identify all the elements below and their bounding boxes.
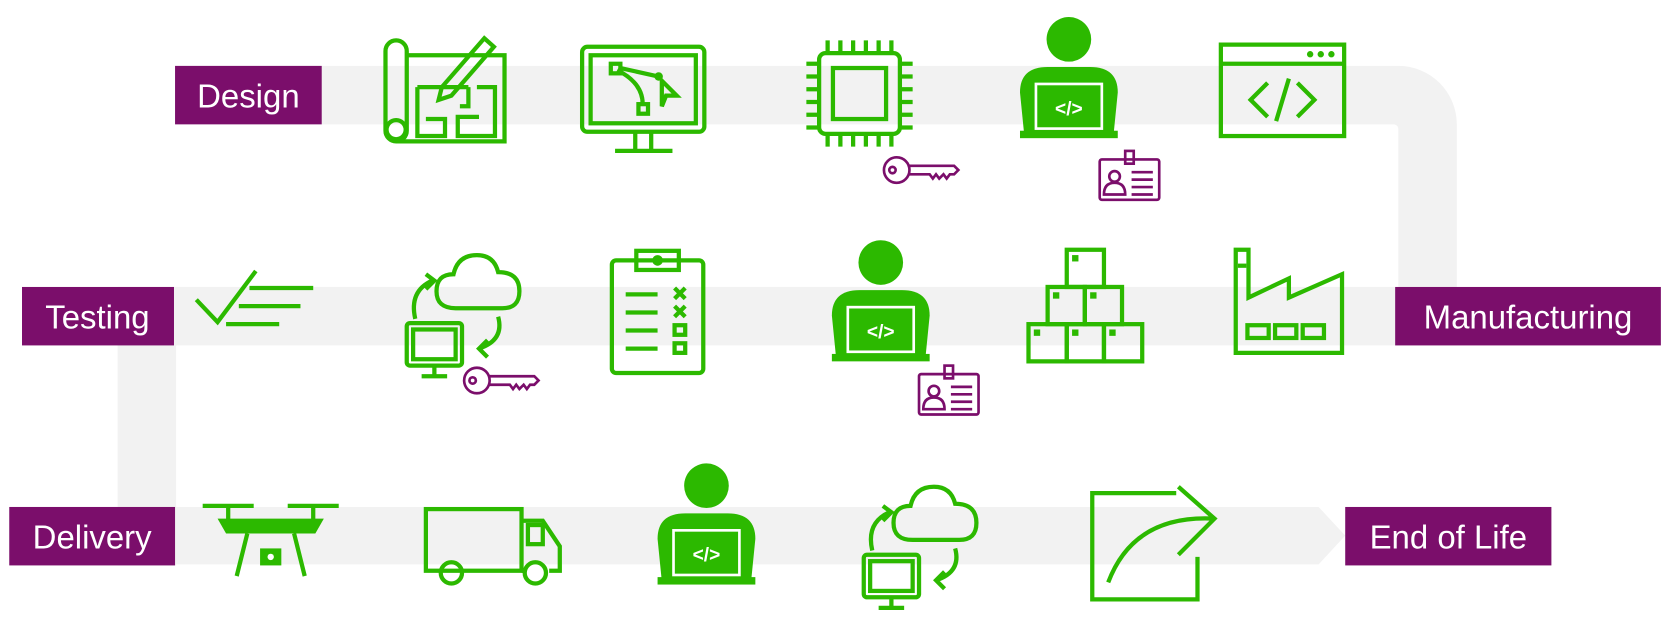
stage-label-text: Manufacturing xyxy=(1424,298,1633,335)
stage-label-text: Design xyxy=(197,77,300,114)
id-badge-icon xyxy=(917,364,980,416)
developer-icon xyxy=(1018,15,1120,140)
stage-label-testing: Testing xyxy=(22,286,174,346)
id-badge-icon xyxy=(1098,149,1161,202)
developer-icon xyxy=(830,238,931,363)
stage-label-text: Testing xyxy=(45,298,149,335)
process-path xyxy=(117,65,1457,566)
stage-label-text: Delivery xyxy=(33,518,152,555)
stage-label-text: End of Life xyxy=(1370,518,1527,555)
key-icon xyxy=(462,366,540,395)
stage-label-delivery: Delivery xyxy=(9,506,176,566)
developer-icon xyxy=(656,462,757,586)
lifecycle-diagram: </> Design xyxy=(9,15,1661,626)
key-icon xyxy=(882,155,960,185)
stage-label-design: Design xyxy=(175,65,322,125)
stage-label-end-of-life: End of Life xyxy=(1345,506,1552,566)
stage-label-manufacturing: Manufacturing xyxy=(1395,286,1661,346)
